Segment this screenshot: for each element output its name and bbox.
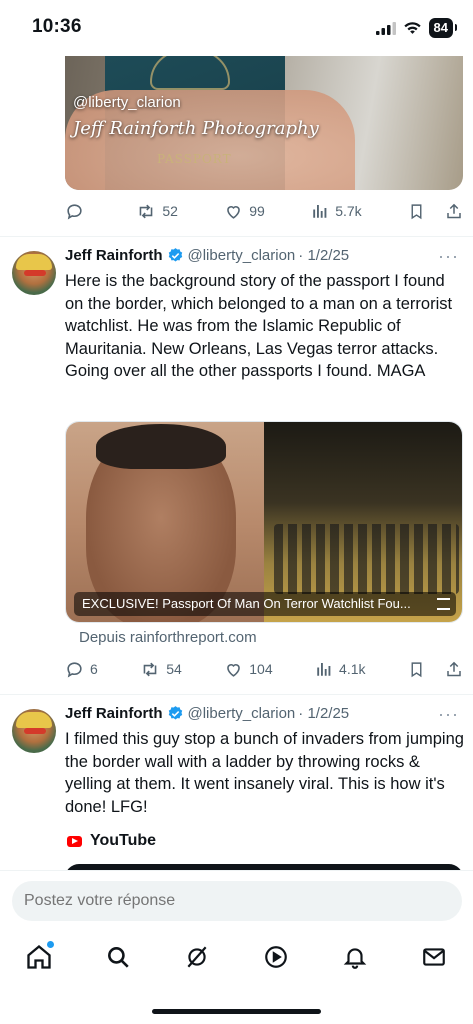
views-button[interactable]: 5.7k [311,202,362,220]
article-icon [437,598,450,610]
tweet2-header: Jeff Rainforth @liberty_clarion · 1/2/25 [65,247,349,264]
reply-button[interactable] [65,202,90,221]
nav-grok[interactable] [182,942,212,972]
verified-badge-icon [168,706,182,720]
reply-icon [67,661,82,677]
photo-watermark-handle: @liberty_clarion [73,94,181,111]
reply-input[interactable] [12,881,462,921]
cellular-signal-icon [375,21,396,35]
bottom-nav [0,930,473,1024]
bookmark-icon[interactable] [408,660,425,679]
tweet-date: · 1/2/25 [298,705,350,722]
bookmark-icon[interactable] [408,202,425,221]
author-handle[interactable]: @liberty_clarion [188,705,296,722]
tweet2-actions: 6 54 104 4.1k [65,657,463,681]
like-button[interactable]: 104 [224,660,273,679]
nav-notifications[interactable] [340,942,370,972]
embed-source-label: YouTube [90,832,157,849]
verified-badge-icon [168,248,182,262]
photo-watermark-credit: Jeff Rainforth Photography [73,118,319,139]
author-name[interactable]: Jeff Rainforth [65,247,163,264]
status-time: 10:36 [32,16,82,37]
nav-messages[interactable] [419,942,449,972]
tweet-divider [0,694,473,695]
retweet-icon [143,662,157,676]
nav-home[interactable] [24,941,54,972]
tweet1-actions: 52 99 5.7k [65,199,463,223]
share-icon[interactable] [445,202,463,221]
retweet-count: 54 [166,661,182,677]
like-count: 99 [249,203,265,219]
tweet3-text: I filmed this guy stop a bunch of invade… [65,730,464,816]
avatar[interactable] [12,709,56,753]
retweet-button[interactable]: 54 [140,660,182,679]
youtube-icon [67,835,82,847]
like-count: 104 [249,661,273,677]
more-options-icon[interactable]: ··· [438,246,459,267]
tweet2-text: Here is the background story of the pass… [65,272,453,380]
heart-icon [227,663,241,677]
battery-indicator: 84 [428,18,458,38]
notification-dot [47,941,54,948]
view-count: 4.1k [339,661,366,677]
share-icon[interactable] [445,660,463,679]
retweet-icon [140,204,153,218]
grok-icon [187,946,207,968]
card-source-link[interactable]: Depuis rainforthreport.com [79,629,257,646]
play-icon [265,946,287,968]
passport-label: PASSPORT [157,152,232,166]
youtube-embed-header[interactable]: YouTube [67,832,156,850]
wifi-icon [403,22,421,34]
more-options-icon[interactable]: ··· [438,704,459,725]
search-icon [108,947,129,968]
nav-video[interactable] [261,942,291,972]
views-icon [313,205,327,218]
reply-button[interactable]: 6 [65,660,98,679]
reply-bar [0,870,473,930]
author-handle[interactable]: @liberty_clarion [188,247,296,264]
tweet-divider [0,236,473,237]
timeline-feed[interactable]: @liberty_clarion Jeff Rainforth Photogra… [0,0,473,870]
views-icon [317,663,331,676]
bell-icon [343,948,367,969]
author-name[interactable]: Jeff Rainforth [65,705,163,722]
tweet-date: · 1/2/25 [298,247,350,264]
link-card[interactable]: EXCLUSIVE! Passport Of Man On Terror Wat… [65,421,463,623]
avatar[interactable] [12,251,56,295]
views-button[interactable]: 4.1k [315,660,366,678]
like-button[interactable]: 99 [224,202,265,221]
retweet-button[interactable]: 52 [136,202,178,221]
tweet3-header: Jeff Rainforth @liberty_clarion · 1/2/25 [65,705,349,722]
retweet-count: 52 [162,203,178,219]
heart-icon [227,205,241,219]
status-bar: 10:36 84 [0,0,473,56]
reply-count: 6 [90,661,98,677]
nav-search[interactable] [103,942,133,972]
home-indicator [152,1009,321,1014]
view-count: 5.7k [335,203,362,219]
mail-icon [423,948,445,966]
reply-icon [67,203,82,219]
card-title: EXCLUSIVE! Passport Of Man On Terror Wat… [74,592,456,616]
